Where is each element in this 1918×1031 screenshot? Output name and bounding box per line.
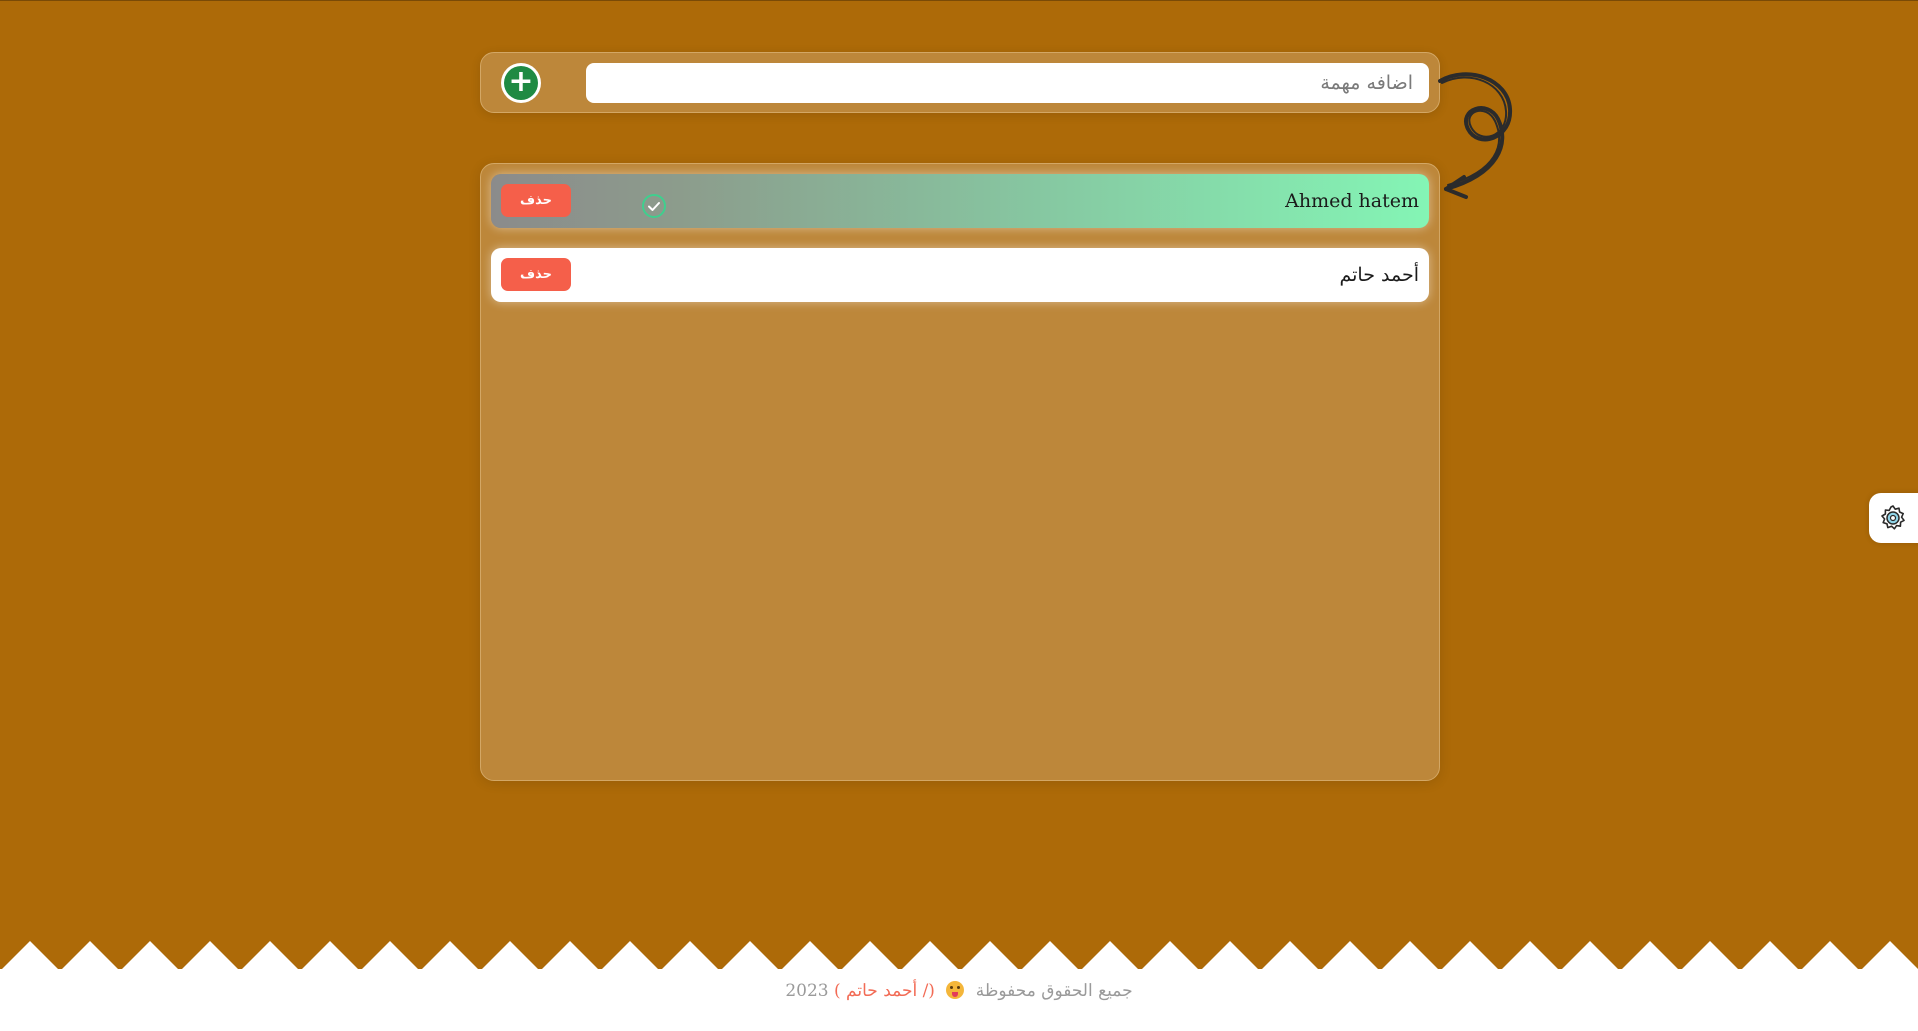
- footer-zigzag-divider: [0, 941, 1918, 971]
- task-list-panel: Ahmed hatem حذف أحمد حاتم حذف: [480, 163, 1440, 781]
- task-text: Ahmed hatem: [1285, 190, 1419, 212]
- settings-button[interactable]: [1869, 493, 1918, 543]
- delete-button[interactable]: حذف: [501, 258, 571, 291]
- copyright-year: 2023: [785, 981, 829, 1001]
- plus-circle-icon: +: [504, 66, 538, 100]
- delete-button[interactable]: حذف: [501, 184, 571, 217]
- gear-icon: [1881, 505, 1905, 530]
- add-task-button[interactable]: +: [501, 63, 541, 103]
- task-item-completed[interactable]: Ahmed hatem حذف: [491, 174, 1429, 228]
- task-item[interactable]: أحمد حاتم حذف: [491, 248, 1429, 302]
- task-text: أحمد حاتم: [1339, 264, 1420, 286]
- curly-arrow-icon: [1438, 72, 1513, 199]
- add-task-panel: +: [480, 52, 1440, 113]
- task-input[interactable]: [586, 63, 1429, 103]
- check-circle-icon[interactable]: [641, 193, 667, 219]
- tongue-out-face-icon: [946, 981, 965, 999]
- rights-text: جميع الحقوق محفوظة: [975, 981, 1133, 1001]
- copyright-text: جميع الحقوق محفوظة (/ أحمد حاتم ) 2023: [0, 981, 1918, 1001]
- author-link[interactable]: (/ أحمد حاتم ): [834, 981, 935, 1001]
- footer: جميع الحقوق محفوظة (/ أحمد حاتم ) 2023: [0, 969, 1918, 1031]
- zigzag-path: [0, 941, 1918, 971]
